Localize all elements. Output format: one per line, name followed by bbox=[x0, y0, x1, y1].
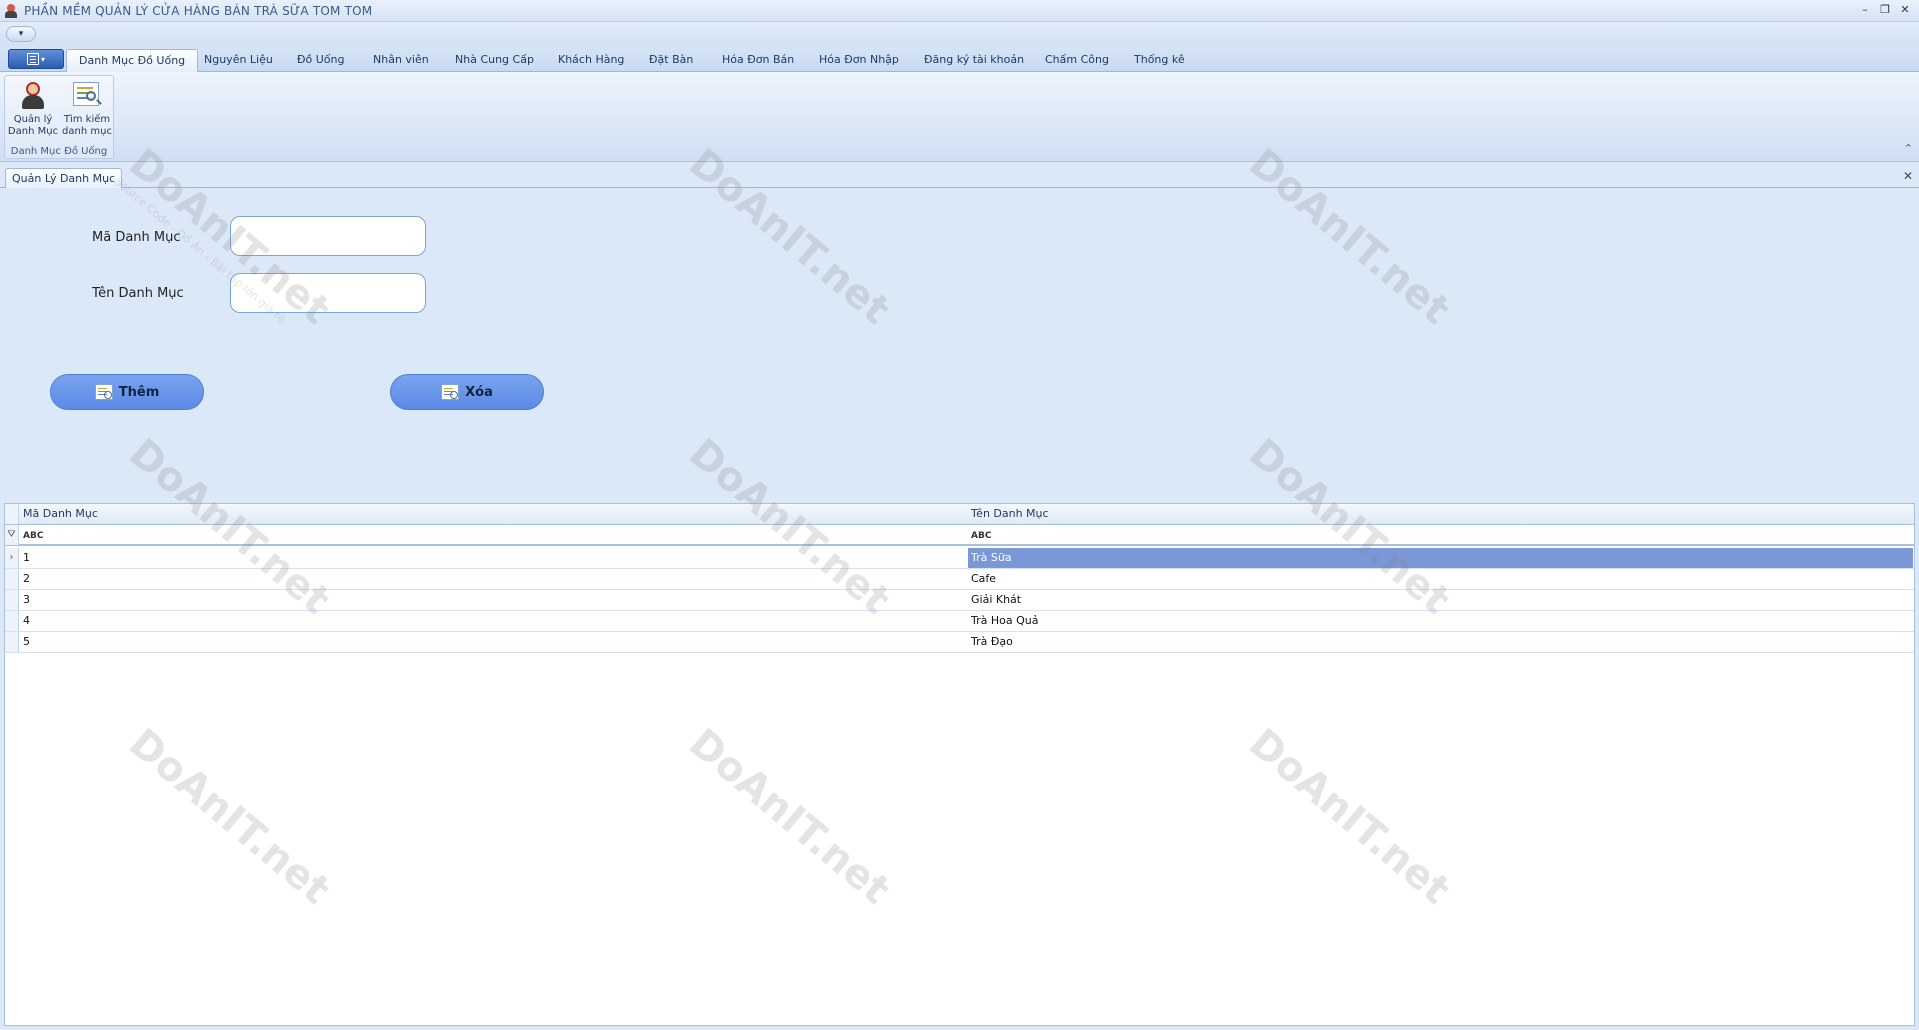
close-button[interactable]: ✕ bbox=[1897, 2, 1913, 18]
row-indicator bbox=[5, 569, 19, 589]
ma-danh-muc-label: Mã Danh Mục bbox=[92, 230, 181, 245]
column-header-ma[interactable]: Mã Danh Mục bbox=[20, 504, 968, 524]
cell-ma[interactable]: 1 bbox=[20, 548, 968, 568]
column-header-ten[interactable]: Tên Danh Mục bbox=[968, 504, 1913, 524]
window-controls: – ❐ ✕ bbox=[1857, 2, 1913, 18]
quan-ly-danh-muc-button[interactable]: Quản lý Danh Mục bbox=[7, 80, 59, 146]
search-list-icon bbox=[71, 80, 103, 112]
row-indicator bbox=[5, 590, 19, 610]
cell-ma[interactable]: 2 bbox=[20, 569, 968, 589]
restore-button[interactable]: ❐ bbox=[1877, 2, 1893, 18]
tab-nhan-vien[interactable]: Nhân viên bbox=[361, 49, 441, 72]
collapse-ribbon-icon[interactable]: ⌃ bbox=[1904, 142, 1913, 155]
table-row[interactable]: › 1 Trà Sữa bbox=[5, 548, 1914, 569]
tim-kiem-danh-muc-button[interactable]: Tìm kiếm danh mục bbox=[61, 80, 113, 146]
tab-dang-ky-tai-khoan[interactable]: Đăng ký tài khoản bbox=[912, 49, 1036, 72]
quan-ly-danh-muc-label: Quản lý Danh Mục bbox=[7, 114, 59, 137]
form-panel: Mã Danh Mục Tên Danh Mục Thêm Xóa bbox=[2, 188, 1917, 503]
tab-hoa-don-nhap[interactable]: Hóa Đơn Nhập bbox=[807, 49, 911, 72]
grid-header-row: Mã Danh Mục Tên Danh Mục bbox=[5, 504, 1914, 525]
xoa-button-label: Xóa bbox=[465, 384, 493, 400]
tab-hoa-don-ban[interactable]: Hóa Đơn Bán bbox=[710, 49, 806, 72]
tab-dat-ban[interactable]: Đặt Bàn bbox=[637, 49, 705, 72]
tab-nguyen-lieu[interactable]: Nguyên Liệu bbox=[192, 49, 285, 72]
window-title: PHẦN MỀM QUẢN LÝ CỬA HÀNG BÁN TRÀ SỮA TO… bbox=[24, 3, 373, 18]
document-tab-bar: Quản Lý Danh Mục ✕ bbox=[0, 165, 1919, 188]
title-bar: PHẦN MỀM QUẢN LÝ CỬA HÀNG BÁN TRÀ SỮA TO… bbox=[0, 0, 1919, 22]
tab-cham-cong[interactable]: Chấm Công bbox=[1033, 49, 1121, 72]
app-icon bbox=[4, 3, 18, 18]
quick-access-toolbar: ▾ bbox=[0, 22, 1919, 46]
tim-kiem-danh-muc-label: Tìm kiếm danh mục bbox=[62, 114, 112, 137]
cell-ma[interactable]: 5 bbox=[20, 632, 968, 652]
filter-badge-ma: ABC bbox=[23, 531, 44, 541]
cell-ten[interactable]: Trà Hoa Quả bbox=[968, 611, 1913, 631]
cell-ma[interactable]: 4 bbox=[20, 611, 968, 631]
cell-ten[interactable]: Trà Đạo bbox=[968, 632, 1913, 652]
filter-ten[interactable]: ABC bbox=[968, 525, 1913, 545]
ribbon-group-label: Danh Mục Đồ Uống bbox=[10, 146, 108, 157]
row-pointer-icon: › bbox=[5, 548, 19, 568]
table-row[interactable]: 5 Trà Đạo bbox=[5, 632, 1914, 653]
ma-danh-muc-input[interactable] bbox=[230, 216, 426, 256]
filter-ma[interactable]: ABC bbox=[20, 525, 968, 545]
cell-ten[interactable]: Trà Sữa bbox=[968, 548, 1913, 568]
chevron-down-icon: ▾ bbox=[40, 54, 45, 64]
quick-access-dropdown[interactable]: ▾ bbox=[6, 26, 36, 42]
add-icon bbox=[94, 384, 113, 400]
tab-khach-hang[interactable]: Khách Hàng bbox=[546, 49, 636, 72]
them-button-label: Thêm bbox=[118, 384, 160, 400]
ribbon-tab-bar: ▾ Danh Mục Đồ Uống Nguyên Liệu Đồ Uống N… bbox=[0, 46, 1919, 72]
ten-danh-muc-input[interactable] bbox=[230, 273, 426, 313]
tab-do-uong[interactable]: Đồ Uống bbox=[285, 49, 357, 72]
cell-ten[interactable]: Cafe bbox=[968, 569, 1913, 589]
close-document-icon[interactable]: ✕ bbox=[1903, 169, 1913, 183]
application-menu-button[interactable]: ▾ bbox=[8, 49, 64, 69]
table-row[interactable]: 3 Giải Khát bbox=[5, 590, 1914, 611]
table-row[interactable]: 2 Cafe bbox=[5, 569, 1914, 590]
them-button[interactable]: Thêm bbox=[50, 374, 204, 410]
danh-muc-grid[interactable]: Mã Danh Mục Tên Danh Mục ⛛ ABC ABC › 1 T… bbox=[4, 503, 1915, 1026]
filter-badge-ten: ABC bbox=[971, 531, 992, 541]
menu-icon bbox=[26, 53, 39, 65]
delete-icon bbox=[441, 384, 460, 400]
xoa-button[interactable]: Xóa bbox=[390, 374, 544, 410]
table-row[interactable]: 4 Trà Hoa Quả bbox=[5, 611, 1914, 632]
ribbon-group-danh-muc: Quản lý Danh Mục Tìm kiếm danh mục Danh … bbox=[4, 75, 114, 159]
header-indicator bbox=[5, 504, 19, 524]
row-indicator bbox=[5, 611, 19, 631]
row-indicator bbox=[5, 632, 19, 652]
tab-thong-ke[interactable]: Thống kê bbox=[1122, 49, 1197, 72]
grid-filter-row: ⛛ ABC ABC bbox=[5, 525, 1914, 546]
filter-icon: ⛛ bbox=[5, 525, 19, 545]
minimize-button[interactable]: – bbox=[1857, 2, 1873, 18]
cell-ten[interactable]: Giải Khát bbox=[968, 590, 1913, 610]
cell-ma[interactable]: 3 bbox=[20, 590, 968, 610]
ribbon-panel: Quản lý Danh Mục Tìm kiếm danh mục Danh … bbox=[0, 72, 1919, 162]
tab-danh-muc-do-uong[interactable]: Danh Mục Đồ Uống bbox=[66, 49, 199, 72]
person-icon bbox=[17, 80, 49, 112]
tab-quan-ly-danh-muc[interactable]: Quản Lý Danh Mục bbox=[5, 168, 123, 188]
ten-danh-muc-label: Tên Danh Mục bbox=[92, 286, 184, 301]
tab-nha-cung-cap[interactable]: Nhà Cung Cấp bbox=[443, 49, 546, 72]
